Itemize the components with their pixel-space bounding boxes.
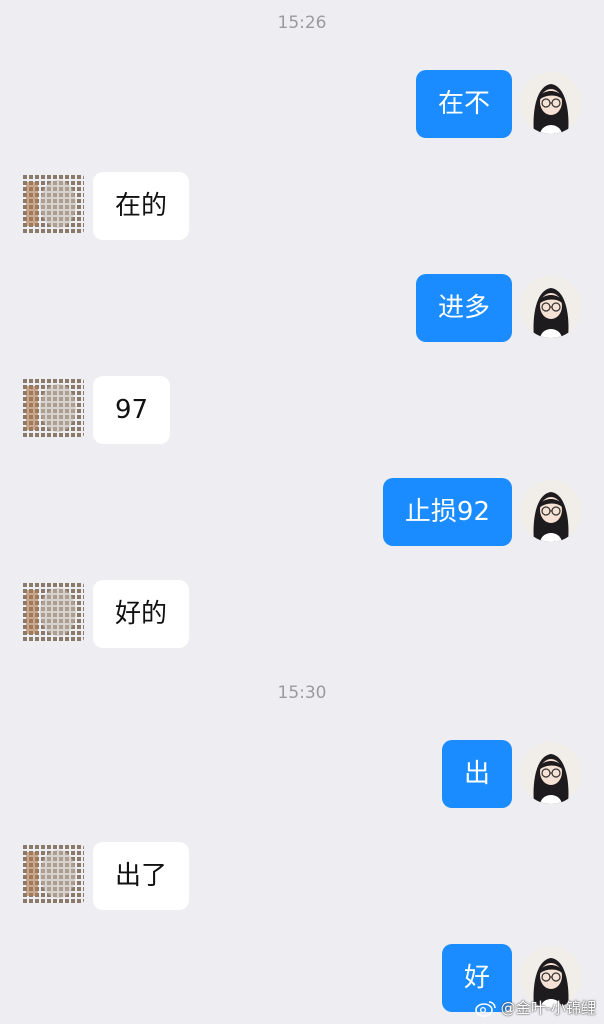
my-avatar[interactable] [520,742,582,804]
timestamp: 15:26 [277,13,327,33]
message-bubble-outgoing[interactable]: 在不 [415,70,512,138]
message-bubble-incoming[interactable]: 出了 [93,842,190,910]
message-bubble-outgoing[interactable]: 进多 [415,274,512,342]
my-avatar[interactable] [520,480,582,542]
message-bubble-incoming[interactable]: 好的 [93,580,190,648]
my-avatar[interactable] [520,276,582,338]
message-row-incoming: 好的 [0,580,604,648]
anime-girl-avatar-icon [520,742,582,804]
message-row-incoming: 出了 [0,842,604,910]
anime-girl-avatar-icon [520,276,582,338]
contact-avatar[interactable] [22,844,84,904]
pixelated-avatar-icon [22,844,84,904]
pixelated-avatar-icon [22,378,84,438]
message-row-outgoing: 出 [0,740,604,808]
message-row-outgoing: 在不 [0,70,604,138]
message-row-incoming: 97 [0,376,604,444]
weibo-logo-icon [474,1000,496,1017]
watermark: @金叶-小锦鲤 [474,997,596,1018]
pixelated-avatar-icon [22,174,84,234]
message-row-incoming: 在的 [0,172,604,240]
contact-avatar[interactable] [22,174,84,234]
pixelated-avatar-icon [22,582,84,642]
my-avatar[interactable] [520,72,582,134]
message-bubble-outgoing[interactable]: 出 [441,740,512,808]
contact-avatar[interactable] [22,378,84,438]
contact-avatar[interactable] [22,582,84,642]
message-bubble-incoming[interactable]: 在的 [93,172,190,240]
message-bubble-incoming[interactable]: 97 [93,376,171,444]
message-bubble-outgoing[interactable]: 止损92 [382,478,512,546]
anime-girl-avatar-icon [520,72,582,134]
chat-area[interactable]: 15:26 在不 在的 进多 97 止损92 好的 15:30 出 出了 好 [0,0,604,1024]
anime-girl-avatar-icon [520,480,582,542]
message-row-outgoing: 进多 [0,274,604,342]
timestamp: 15:30 [277,683,327,703]
message-row-outgoing: 止损92 [0,478,604,546]
watermark-text: @金叶-小锦鲤 [500,999,596,1017]
